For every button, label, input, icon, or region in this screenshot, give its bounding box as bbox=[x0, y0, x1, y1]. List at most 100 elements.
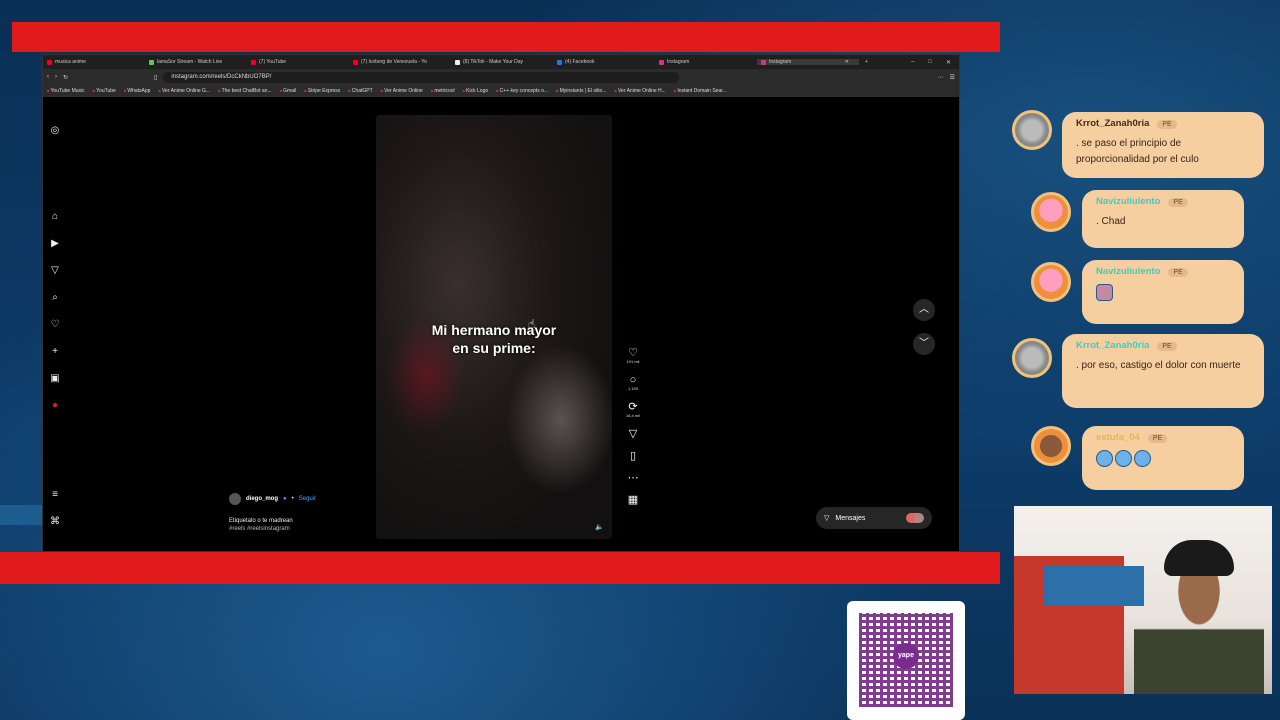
chat-bubble: Navizuliulento PE bbox=[1082, 260, 1244, 324]
tab-stream[interactable]: lamaSor Stream - Watch Live bbox=[145, 59, 247, 65]
follow-button[interactable]: Seguir bbox=[299, 496, 316, 502]
reel-video[interactable]: Mi hermano mayor en su prime: 🔈 bbox=[376, 115, 612, 539]
browser-window: musica anime lamaSor Stream - Watch Live… bbox=[42, 54, 960, 552]
close-tab-icon[interactable]: ✕ bbox=[845, 59, 849, 65]
tab-favicon bbox=[455, 59, 460, 65]
url-field[interactable]: instagram.com/reels/DcCkNbUO7BP/ bbox=[163, 71, 680, 83]
reel-actions: ♡ 191 mil ○ 1.159 ⟳ 16,4 mil ▽ ▯ ⋯ ▦ bbox=[623, 347, 643, 516]
tab-favicon bbox=[47, 59, 52, 65]
reels-icon[interactable]: ▶ bbox=[49, 238, 61, 250]
share-action[interactable]: ▽ bbox=[623, 428, 643, 440]
send-icon[interactable]: ▽ bbox=[49, 265, 61, 277]
audio-action[interactable]: ▦ bbox=[623, 494, 643, 506]
bookmark-item[interactable]: WhatsApp bbox=[124, 88, 150, 94]
bookmark-item[interactable]: Ver Anime Online bbox=[381, 88, 423, 94]
avatar bbox=[1031, 192, 1071, 232]
tab-facebook[interactable]: (4) Facebook bbox=[553, 59, 655, 65]
tab-youtube[interactable]: (7) YouTube bbox=[247, 59, 349, 65]
home-icon[interactable]: ⌂ bbox=[49, 211, 61, 223]
tab-favicon bbox=[659, 59, 664, 65]
repost-icon: ⟳ bbox=[628, 401, 638, 413]
create-icon[interactable]: + bbox=[49, 346, 61, 358]
more-menu-icon[interactable]: ≡ bbox=[49, 489, 61, 501]
forward-icon[interactable]: › bbox=[55, 74, 57, 80]
author-name[interactable]: diego_mog bbox=[246, 496, 278, 502]
save-action[interactable]: ▯ bbox=[623, 450, 643, 462]
mouse-cursor-icon: ☝ bbox=[528, 317, 536, 331]
instagram-logo-icon[interactable]: ◎ bbox=[49, 125, 61, 137]
mute-icon[interactable]: 🔈 bbox=[595, 523, 604, 531]
messages-button[interactable]: ▽ Mensajes bbox=[816, 507, 932, 529]
chat-bubble: Krrot_Zanah0ria PE . por eso, castigo el … bbox=[1062, 334, 1264, 408]
bookmark-item[interactable]: YouTube bbox=[93, 88, 116, 94]
maximize-icon[interactable]: □ bbox=[928, 59, 932, 66]
video-glow bbox=[506, 345, 612, 495]
bookmark-item[interactable]: Myinstants | El sitio... bbox=[556, 88, 607, 94]
share-icon: ▽ bbox=[628, 428, 638, 440]
minimize-icon[interactable]: – bbox=[911, 59, 914, 66]
tab-tiktok[interactable]: (8) TikTok - Make Your Day bbox=[451, 59, 553, 65]
heart-icon[interactable]: ♡ bbox=[49, 319, 61, 331]
next-reel-button[interactable]: ﹀ bbox=[913, 333, 935, 355]
more-dots-icon: ⋯ bbox=[627, 472, 639, 484]
side-accent bbox=[0, 505, 42, 525]
bookmark-item[interactable]: metricool bbox=[431, 88, 454, 94]
crying-emote-icon bbox=[1115, 450, 1132, 467]
bookmark-icon[interactable]: ▯ bbox=[154, 74, 157, 81]
tab-favicon bbox=[149, 59, 154, 65]
extensions-icon[interactable]: ⋯ bbox=[938, 74, 944, 81]
chat-bubble: estufa_04 PE bbox=[1082, 426, 1244, 490]
avatar[interactable] bbox=[229, 493, 241, 505]
back-icon[interactable]: ‹ bbox=[47, 74, 49, 80]
bookmark-item[interactable]: Kick Logo bbox=[463, 88, 488, 94]
bookmark-item[interactable]: Ver Anime Online G... bbox=[158, 88, 210, 94]
address-bar: ‹ › ↻ ▯ instagram.com/reels/DcCkNbUO7BP/… bbox=[43, 69, 959, 85]
profile-icon[interactable]: ● bbox=[49, 400, 61, 412]
tab-iceberg[interactable]: (7) Iceberg de Venezuela - Yo bbox=[349, 59, 451, 65]
bookmark-item[interactable]: C++ key concepts o... bbox=[496, 88, 548, 94]
tab-favicon bbox=[251, 59, 256, 65]
bookmark-item[interactable]: ChatGPT bbox=[348, 88, 373, 94]
reel-tags[interactable]: #reels #reelsinstagram bbox=[229, 525, 293, 533]
dashboard-icon[interactable]: ▣ bbox=[49, 373, 61, 385]
close-window-icon[interactable]: ✕ bbox=[946, 59, 951, 66]
like-action[interactable]: ♡ 191 mil bbox=[623, 347, 643, 364]
like-icon: ♡ bbox=[628, 347, 638, 359]
bookmark-item[interactable]: YouTube Music bbox=[47, 88, 85, 94]
reload-icon[interactable]: ↻ bbox=[63, 74, 68, 81]
instagram-page: ◎ ⌂ ▶ ▽ ⌕ ♡ + ▣ ● ≡ ⌘ Mi hermano mayor e… bbox=[43, 97, 959, 551]
tab-bar: musica anime lamaSor Stream - Watch Live… bbox=[43, 55, 959, 69]
tab-favicon bbox=[353, 59, 358, 65]
bookmark-item[interactable]: Gmail bbox=[280, 88, 296, 94]
tab-musica-anime[interactable]: musica anime bbox=[43, 59, 145, 65]
tab-instagram[interactable]: Instagram bbox=[655, 59, 757, 65]
bookmark-save-icon: ▯ bbox=[629, 450, 637, 462]
previous-reel-button[interactable]: ︿ bbox=[913, 299, 935, 321]
reel-caption: Mi hermano mayor en su prime: bbox=[431, 322, 557, 356]
bookmark-item[interactable]: Stripe Express bbox=[304, 88, 341, 94]
emote-row bbox=[1096, 450, 1230, 473]
tab-instagram-active[interactable]: Instagram ✕ bbox=[757, 59, 859, 65]
comment-action[interactable]: ○ 1.159 bbox=[623, 374, 643, 391]
reel-author: diego_mog ● • Seguir bbox=[229, 493, 316, 505]
more-action[interactable]: ⋯ bbox=[623, 472, 643, 484]
new-tab-icon[interactable]: + bbox=[859, 59, 874, 65]
tab-favicon bbox=[761, 59, 766, 65]
repost-action[interactable]: ⟳ 16,4 mil bbox=[623, 401, 643, 418]
bookmark-item[interactable]: The best ChatBot an... bbox=[218, 88, 272, 94]
top-red-band bbox=[12, 22, 1000, 52]
menu-icon[interactable]: ☰ bbox=[950, 74, 955, 81]
bookmark-item[interactable]: Instant Domain Sear... bbox=[674, 88, 726, 94]
threads-icon[interactable]: ⌘ bbox=[49, 516, 61, 528]
avatar bbox=[1012, 110, 1052, 150]
bookmark-item[interactable]: Ver Anime Online H... bbox=[614, 88, 666, 94]
crying-emote-icon bbox=[1134, 450, 1151, 467]
chat-bubble: Krrot_Zanah0ria PE . se paso el principio… bbox=[1062, 112, 1264, 178]
emote-icon bbox=[1096, 284, 1230, 307]
search-icon[interactable]: ⌕ bbox=[49, 292, 61, 304]
instagram-sidenav: ◎ ⌂ ▶ ▽ ⌕ ♡ + ▣ ● ≡ ⌘ bbox=[43, 97, 67, 551]
avatar bbox=[1012, 338, 1052, 378]
avatar bbox=[1031, 426, 1071, 466]
yape-qr-code: yape bbox=[847, 601, 965, 720]
messages-avatars bbox=[906, 513, 924, 523]
